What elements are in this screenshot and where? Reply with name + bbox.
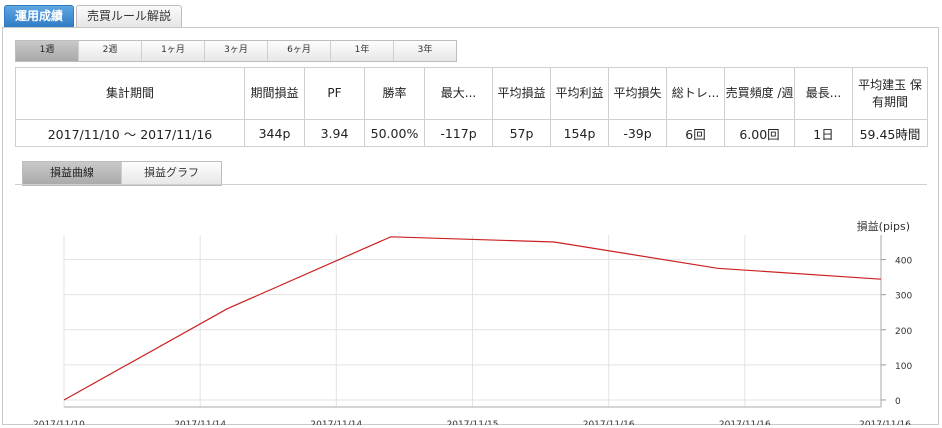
equity-chart-frame: 0 100 200 300 400 2017/11/10 2017/11/14 2017/11… [15, 184, 927, 425]
x-tick-label: 2017/11/16 [583, 420, 635, 425]
y-tick-label: 200 [895, 327, 912, 337]
equity-chart: 0 100 200 300 400 2017/11/10 2017/11/14 2017/11… [33, 219, 912, 425]
value-trade-frequency: 6.00回 [724, 119, 795, 147]
x-tick-label: 2017/11/14 [174, 420, 226, 425]
y-tick-label: 400 [895, 257, 912, 267]
header-avg-profit: 平均利益 [550, 67, 609, 120]
header-avg-holding: 平均建玉 保有期間 [852, 67, 928, 120]
value-pf: 3.94 [304, 119, 365, 147]
header-avg-pl: 平均損益 [492, 67, 551, 120]
x-tick-label: 2017/11/16 [859, 420, 911, 425]
header-total-trades: 総トレ... [666, 67, 725, 120]
y-tick-label: 300 [895, 292, 912, 302]
tab-performance[interactable]: 運用成績 [4, 5, 75, 27]
period-tab-3m[interactable]: 3ヶ月 [205, 41, 268, 61]
tab-trading-rules[interactable]: 売買ルール解説 [76, 5, 183, 27]
value-avg-holding: 59.45時間 [852, 119, 928, 147]
header-longest: 最長... [794, 67, 853, 120]
y-tick-label: 100 [895, 362, 912, 372]
performance-panel: 1週 2週 1ヶ月 3ヶ月 6ヶ月 1年 3年 集計期間 期間損益 PF 勝率 … [2, 27, 939, 425]
chart-tab-equity-curve[interactable]: 損益曲線 [23, 162, 122, 185]
header-trade-frequency: 売買頻度 /週 [724, 67, 795, 120]
y-axis-label: 損益(pips) [857, 219, 910, 233]
period-tab-2w[interactable]: 2週 [79, 41, 142, 61]
stats-value-row: 2017/11/10 〜 2017/11/16 344p 3.94 50.00%… [15, 119, 928, 147]
header-period: 集計期間 [15, 67, 245, 120]
period-selector: 1週 2週 1ヶ月 3ヶ月 6ヶ月 1年 3年 [15, 40, 457, 62]
chart-type-selector: 損益曲線 損益グラフ [22, 161, 222, 186]
header-win-rate: 勝率 [364, 67, 425, 120]
header-max: 最大... [424, 67, 493, 120]
x-tick-label: 2017/11/14 [310, 420, 362, 425]
period-tab-6m[interactable]: 6ヶ月 [268, 41, 331, 61]
value-win-rate: 50.00% [364, 119, 425, 147]
value-avg-pl: 57p [492, 119, 551, 147]
y-tick-label: 0 [895, 397, 901, 407]
x-tick-label: 2017/11/16 [719, 420, 771, 425]
stats-header-row: 集計期間 期間損益 PF 勝率 最大... 平均損益 平均利益 平均損失 総トレ… [15, 67, 928, 120]
period-tab-1w[interactable]: 1週 [16, 41, 79, 61]
x-tick-label: 2017/11/15 [447, 420, 499, 425]
header-pf: PF [304, 67, 365, 120]
x-tick-label: 2017/11/10 [33, 420, 85, 425]
period-tab-1m[interactable]: 1ヶ月 [142, 41, 205, 61]
value-avg-loss: -39p [608, 119, 667, 147]
value-total-trades: 6回 [666, 119, 725, 147]
chart-tab-pl-graph[interactable]: 損益グラフ [122, 162, 221, 185]
period-tab-1y[interactable]: 1年 [331, 41, 394, 61]
value-period-pl: 344p [244, 119, 305, 147]
value-avg-profit: 154p [550, 119, 609, 147]
main-tabs: 運用成績 売買ルール解説 [4, 5, 184, 27]
header-period-pl: 期間損益 [244, 67, 305, 120]
chart-grid [63, 235, 882, 407]
header-avg-loss: 平均損失 [608, 67, 667, 120]
stats-table: 集計期間 期間損益 PF 勝率 最大... 平均損益 平均利益 平均損失 総トレ… [15, 67, 928, 147]
value-longest: 1日 [794, 119, 853, 147]
value-period: 2017/11/10 〜 2017/11/16 [15, 119, 245, 147]
value-max: -117p [424, 119, 493, 147]
period-tab-3y[interactable]: 3年 [394, 41, 456, 61]
